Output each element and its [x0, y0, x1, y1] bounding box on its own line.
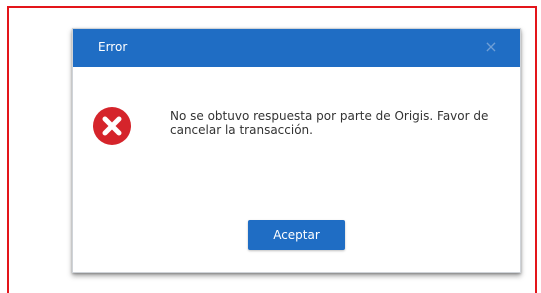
accept-button[interactable]: Aceptar	[248, 220, 345, 250]
close-icon[interactable]: ×	[482, 38, 500, 56]
highlight-frame: Error × No se obtuvo respuesta por parte…	[7, 6, 537, 293]
error-message: No se obtuvo respuesta por parte de Orig…	[170, 109, 489, 137]
dialog-title: Error	[98, 40, 128, 54]
error-x-circle-icon	[93, 107, 131, 145]
dialog-header: Error ×	[73, 29, 520, 67]
error-dialog: Error × No se obtuvo respuesta por parte…	[72, 28, 521, 273]
